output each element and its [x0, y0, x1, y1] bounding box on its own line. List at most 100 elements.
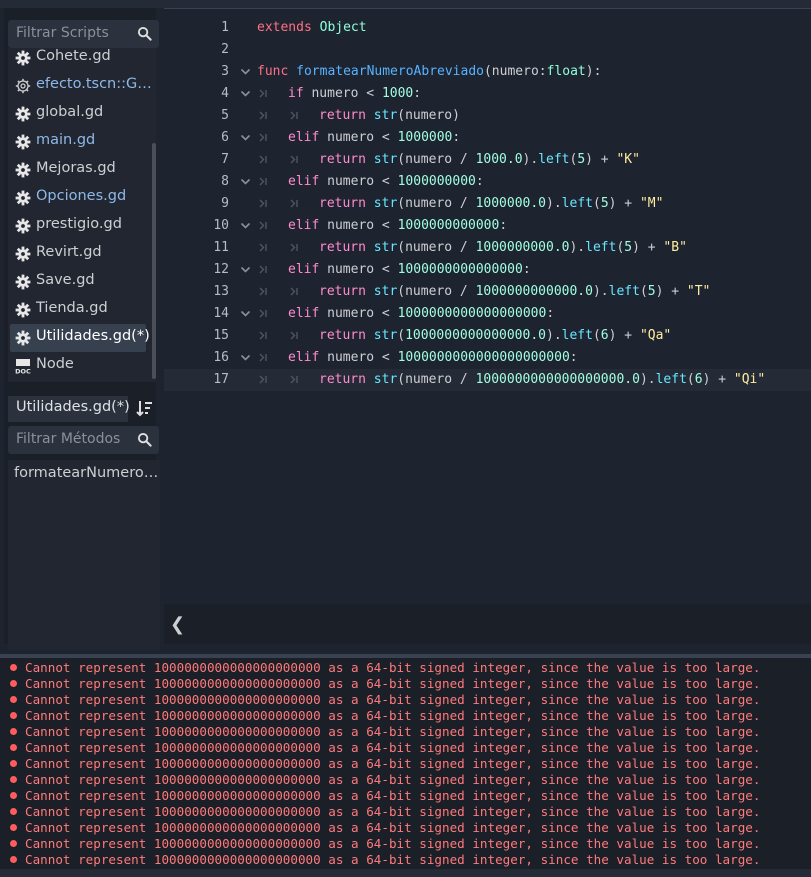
error-dot-icon [10, 696, 17, 703]
code-token: 5 [577, 152, 586, 167]
fold-arrow-icon[interactable] [240, 176, 251, 187]
error-message: Cannot represent 1000000000000000000000 … [25, 852, 761, 867]
script-item[interactable]: Tienda.gd [10, 296, 146, 324]
code-token: 5 [600, 196, 609, 211]
line-number: 7 [221, 152, 229, 167]
search-icon [137, 432, 152, 447]
line-number: 8 [221, 174, 229, 189]
tab-indent-icon [289, 110, 299, 121]
script-item[interactable]: Save.gd [10, 268, 146, 296]
code-text: if numero < 1000: [288, 86, 421, 101]
code-line[interactable]: 9 return str(numero / 1000000.0).left(5) … [164, 193, 811, 215]
script-item[interactable]: efecto.tscn::G… [10, 72, 152, 100]
output-panel-divider[interactable] [0, 654, 811, 658]
svg-text:DOC: DOC [15, 368, 31, 375]
sort-icon[interactable] [136, 399, 154, 417]
fold-arrow-icon[interactable] [240, 264, 251, 275]
gear-icon [15, 330, 31, 346]
error-message: Cannot represent 1000000000000000000000 … [25, 788, 761, 803]
code-token: ( [592, 328, 601, 343]
fold-arrow-icon[interactable] [240, 220, 251, 231]
code-token: str [373, 240, 398, 255]
script-item[interactable]: Utilidades.gd(*) [10, 324, 150, 352]
error-dot-icon [10, 776, 17, 783]
script-item[interactable]: Opciones.gd [10, 184, 146, 212]
code-line[interactable]: 16 elif numero < 1000000000000000000000: [164, 347, 811, 369]
code-token: : [413, 86, 422, 101]
code-line[interactable]: 17 return str(numero / 100000000000000000… [164, 369, 811, 391]
code-line[interactable]: 7 return str(numero / 1000.0).left(5) + "… [164, 149, 811, 171]
code-token: : [546, 306, 555, 321]
code-line[interactable]: 10 elif numero < 1000000000000: [164, 215, 811, 237]
code-line[interactable]: 8 elif numero < 1000000000: [164, 171, 811, 193]
code-token: left [561, 328, 593, 343]
code-token: ( [397, 328, 406, 343]
code-line[interactable]: 13 return str(numero / 1000000000000.0).l… [164, 281, 811, 303]
code-token: (numero / [397, 284, 476, 299]
code-token: ( [592, 196, 601, 211]
code-line[interactable]: 11 return str(numero / 1000000000.0).left… [164, 237, 811, 259]
code-token: ) + [608, 328, 640, 343]
code-token: elif [288, 350, 320, 365]
line-number: 2 [221, 42, 229, 57]
error-line: Cannot represent 1000000000000000000000 … [10, 740, 760, 755]
filter-methods-placeholder: Filtrar Métodos [16, 431, 121, 447]
filter-scripts-input[interactable]: Filtrar Scripts [8, 20, 159, 48]
code-token: : [522, 262, 531, 277]
code-editor[interactable]: 1 extends Object 2 3 func formatearNumeroAbr… [164, 12, 811, 604]
fold-arrow-icon[interactable] [240, 66, 251, 77]
collapse-panel-icon[interactable]: ❮ [170, 614, 185, 635]
code-line[interactable]: 1 extends Object [164, 17, 811, 39]
fold-arrow-icon[interactable] [240, 308, 251, 319]
gear-icon [15, 274, 31, 290]
script-list[interactable]: Cohete.gd efecto.tscn::G… global.gd main.gd… [8, 48, 156, 382]
script-item[interactable]: Mejoras.gd [10, 156, 146, 184]
error-line: Cannot represent 1000000000000000000000 … [10, 676, 760, 691]
code-line[interactable]: 4 if numero < 1000: [164, 83, 811, 105]
method-item[interactable]: formatearNumero… [14, 465, 158, 481]
code-token: return [319, 284, 366, 299]
fold-arrow-icon[interactable] [240, 352, 251, 363]
script-item[interactable]: main.gd [10, 128, 146, 156]
code-token: numero < [319, 262, 398, 277]
fold-arrow-icon[interactable] [240, 132, 251, 143]
code-token: ) + [655, 284, 687, 299]
code-token: ) + [702, 372, 734, 387]
code-line[interactable]: 12 elif numero < 1000000000000000: [164, 259, 811, 281]
code-token: 1000000000000 [397, 218, 500, 233]
code-token: "K" [616, 152, 640, 167]
tab-indent-icon [289, 330, 299, 341]
filter-methods-input[interactable]: Filtrar Métodos [8, 426, 159, 454]
code-token: str [373, 108, 398, 123]
line-number: 5 [221, 108, 229, 123]
code-line[interactable]: 6 elif numero < 1000000: [164, 127, 811, 149]
script-item[interactable]: DOC Node [10, 352, 146, 380]
code-line[interactable]: 15 return str(1000000000000000.0).left(6)… [164, 325, 811, 347]
script-panel: Filtrar Scripts Cohete.gd efecto.tscn::G…… [4, 8, 160, 650]
code-line[interactable]: 2 [164, 39, 811, 61]
code-token: 1000 [381, 86, 414, 101]
script-item[interactable]: Revirt.gd [10, 240, 146, 268]
script-item[interactable]: prestigio.gd [10, 212, 146, 240]
script-item[interactable]: Cohete.gd [10, 48, 146, 72]
tab-indent-icon [258, 154, 268, 165]
tab-indent-icon [258, 220, 268, 231]
script-item-label: Utilidades.gd(*) [36, 328, 150, 344]
code-line[interactable]: 14 elif numero < 1000000000000000000: [164, 303, 811, 325]
script-item[interactable]: global.gd [10, 100, 146, 128]
error-message: Cannot represent 1000000000000000000000 … [25, 772, 761, 787]
code-token: str [373, 328, 398, 343]
code-token: "Qa" [639, 328, 672, 343]
code-token: ). [546, 328, 562, 343]
error-line: Cannot represent 1000000000000000000000 … [10, 756, 760, 771]
code-line[interactable]: 3 func formatearNumeroAbreviado(numero:fl… [164, 61, 811, 83]
search-icon [137, 26, 152, 41]
code-line[interactable]: 5 return str(numero) [164, 105, 811, 127]
code-token: extends [257, 20, 312, 35]
fold-arrow-icon[interactable] [240, 88, 251, 99]
code-token: : [499, 218, 508, 233]
code-token: formatearNumeroAbreviado [296, 64, 484, 79]
tab-indent-icon [258, 264, 268, 275]
code-token: Object [319, 20, 367, 35]
script-list-scrollbar[interactable] [152, 143, 156, 379]
